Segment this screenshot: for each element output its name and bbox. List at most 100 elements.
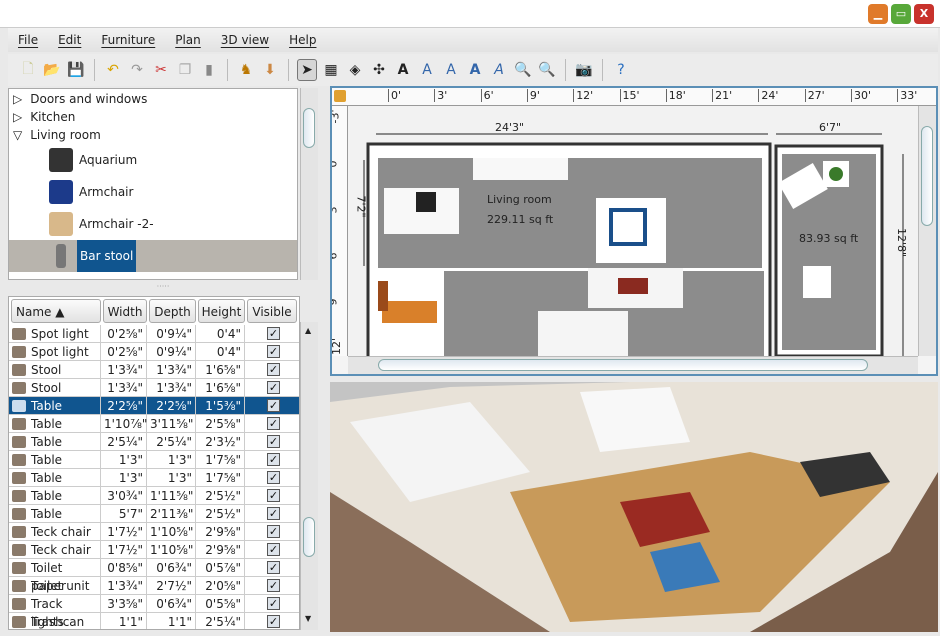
menu-plan[interactable]: Plan — [165, 28, 211, 52]
menu-3d-view[interactable]: 3D view — [211, 28, 279, 52]
new-icon[interactable]: 🗋 — [18, 59, 38, 81]
scrollbar-thumb[interactable] — [378, 359, 868, 371]
cell-depth: 1'3" — [147, 451, 196, 469]
table-row[interactable]: Spot light 0'2⅝" 0'9¼" 0'4" ✓ — [9, 343, 299, 361]
visible-checkbox[interactable]: ✓ — [267, 417, 280, 430]
scrollbar-thumb[interactable] — [921, 126, 933, 226]
category-living-room[interactable]: ▽ Living room — [9, 126, 297, 144]
visible-checkbox[interactable]: ✓ — [267, 381, 280, 394]
undo-icon[interactable]: ↶ — [103, 59, 123, 81]
catalog-item-armchair-2[interactable]: Armchair -2- — [9, 208, 297, 240]
category-doors-and-windows[interactable]: ▷ Doors and windows — [9, 90, 297, 108]
column-header-width[interactable]: Width — [103, 299, 147, 323]
create-rooms-icon[interactable]: ◈ — [345, 59, 365, 81]
table-row[interactable]: Trashcan 1'1" 1'1" 2'5¼" ✓ — [9, 613, 299, 629]
plan-view[interactable]: 0' 3' 6' 9' 12' 15' 18' 21' 24' 27' 30' 33' -3' 0' 3'… — [330, 86, 938, 376]
table-row[interactable]: Table 1'3" 1'3" 1'7⅝" ✓ — [9, 451, 299, 469]
table-row[interactable]: Track lights 3'3⅝" 0'6¾" 0'5⅝" ✓ — [9, 595, 299, 629]
catalog-item-bar-stool[interactable]: Bar stool — [9, 240, 297, 272]
cell-width: 1'3" — [101, 451, 147, 469]
zoom-in-icon[interactable]: 🔍 — [513, 59, 533, 81]
catalog-item-armchair[interactable]: Armchair — [9, 176, 297, 208]
copy-icon[interactable]: ❐ — [175, 59, 195, 81]
menu-help[interactable]: Help — [279, 28, 326, 52]
bold-text-icon[interactable]: A — [465, 59, 485, 81]
visible-checkbox[interactable]: ✓ — [267, 345, 280, 358]
table-scrollbar[interactable]: ▲ ▼ — [300, 322, 318, 630]
help-icon[interactable]: ? — [611, 59, 631, 81]
import-furniture-icon[interactable]: ⬇ — [260, 59, 280, 81]
separator — [227, 59, 228, 81]
visible-checkbox[interactable]: ✓ — [267, 399, 280, 412]
table-row[interactable]: Stool 1'3¾" 1'3¾" 1'6⅝" ✓ — [9, 361, 299, 379]
visible-checkbox[interactable]: ✓ — [267, 579, 280, 592]
table-row[interactable]: Teck chair 1'7½" 1'10⅝" 2'9⅝" ✓ — [9, 541, 299, 559]
visible-checkbox[interactable]: ✓ — [267, 489, 280, 502]
table-row[interactable]: Table 3'0¾" 1'11⅝" 2'5½" ✓ — [9, 487, 299, 505]
category-kitchen[interactable]: ▷ Kitchen — [9, 108, 297, 126]
visible-checkbox[interactable]: ✓ — [267, 597, 280, 610]
column-header-depth[interactable]: Depth — [149, 299, 196, 323]
add-furniture-icon[interactable]: ♞ — [236, 59, 256, 81]
column-header-name[interactable]: Name ▲ — [11, 299, 101, 323]
cell-depth: 1'3" — [147, 469, 196, 487]
visible-checkbox[interactable]: ✓ — [267, 543, 280, 556]
table-row[interactable]: Table 2'5¼" 2'5¼" 2'3½" ✓ — [9, 433, 299, 451]
visible-checkbox[interactable]: ✓ — [267, 471, 280, 484]
table-row[interactable]: Table 2'2⅝" 2'2⅝" 1'5⅜" ✓ — [9, 397, 299, 415]
table-row[interactable]: Table 1'10⅞" 3'11⅝" 2'5⅝" ✓ — [9, 415, 299, 433]
text-style-2-icon[interactable]: A — [441, 59, 461, 81]
text-style-1-icon[interactable]: A — [417, 59, 437, 81]
table-row[interactable]: Teck chair 1'7½" 1'10⅝" 2'9⅝" ✓ — [9, 523, 299, 541]
column-header-height[interactable]: Height — [198, 299, 245, 323]
visible-checkbox[interactable]: ✓ — [267, 615, 280, 628]
add-text-icon[interactable]: A — [393, 59, 413, 81]
save-icon[interactable]: 💾 — [66, 59, 86, 81]
menu-file[interactable]: File — [8, 28, 48, 52]
scroll-up-arrow[interactable]: ▲ — [305, 326, 311, 335]
scrollbar-thumb[interactable] — [303, 108, 315, 148]
create-walls-icon[interactable]: ▦ — [321, 59, 341, 81]
visible-checkbox[interactable]: ✓ — [267, 561, 280, 574]
table-row[interactable]: Table 5'7" 2'11⅜" 2'5½" ✓ — [9, 505, 299, 523]
maximize-button[interactable]: ▭ — [891, 4, 911, 24]
plan-vertical-scrollbar[interactable] — [918, 106, 936, 356]
close-button[interactable]: X — [914, 4, 934, 24]
cell-width: 0'2⅝" — [101, 325, 147, 343]
menu-edit[interactable]: Edit — [48, 28, 91, 52]
ruler-tick-label: 33' — [897, 89, 917, 102]
visible-checkbox[interactable]: ✓ — [267, 453, 280, 466]
italic-text-icon[interactable]: A — [489, 59, 509, 81]
furniture-icon — [12, 400, 26, 412]
visible-checkbox[interactable]: ✓ — [267, 525, 280, 538]
scrollbar-thumb[interactable] — [303, 517, 315, 557]
open-icon[interactable]: 📂 — [42, 59, 62, 81]
horizontal-ruler: 0' 3' 6' 9' 12' 15' 18' 21' 24' 27' 30' 33' — [332, 88, 936, 106]
catalog-scrollbar[interactable] — [300, 88, 318, 280]
table-row[interactable]: Stool 1'3¾" 1'3¾" 1'6⅝" ✓ — [9, 379, 299, 397]
splitter[interactable]: ····· — [8, 283, 318, 291]
redo-icon[interactable]: ↷ — [127, 59, 147, 81]
lock-icon[interactable] — [334, 90, 346, 102]
create-photo-icon[interactable]: 📷 — [574, 59, 594, 81]
select-mode-icon[interactable]: ➤ — [297, 59, 317, 81]
plan-horizontal-scrollbar[interactable] — [348, 356, 918, 374]
3d-view[interactable] — [330, 382, 938, 632]
column-header-visible[interactable]: Visible — [247, 299, 297, 323]
visible-checkbox[interactable]: ✓ — [267, 435, 280, 448]
table-row[interactable]: Toilet unit 1'3¾" 2'7½" 2'0⅝" ✓ — [9, 577, 299, 595]
table-row[interactable]: Table 1'3" 1'3" 1'7⅝" ✓ — [9, 469, 299, 487]
minimize-button[interactable]: ▁ — [868, 4, 888, 24]
catalog-item-aquarium[interactable]: Aquarium — [9, 144, 297, 176]
paste-icon[interactable]: ▮ — [199, 59, 219, 81]
create-dimensions-icon[interactable]: ✣ — [369, 59, 389, 81]
visible-checkbox[interactable]: ✓ — [267, 507, 280, 520]
visible-checkbox[interactable]: ✓ — [267, 327, 280, 340]
visible-checkbox[interactable]: ✓ — [267, 363, 280, 376]
table-row[interactable]: Toilet paper 0'8⅝" 0'6¾" 0'5⅞" ✓ — [9, 559, 299, 593]
table-row[interactable]: Spot light 0'2⅝" 0'9¼" 0'4" ✓ — [9, 325, 299, 343]
menu-furniture[interactable]: Furniture — [91, 28, 165, 52]
cut-icon[interactable]: ✂ — [151, 59, 171, 81]
zoom-out-icon[interactable]: 🔍 — [537, 59, 557, 81]
scroll-down-arrow[interactable]: ▼ — [305, 614, 311, 623]
